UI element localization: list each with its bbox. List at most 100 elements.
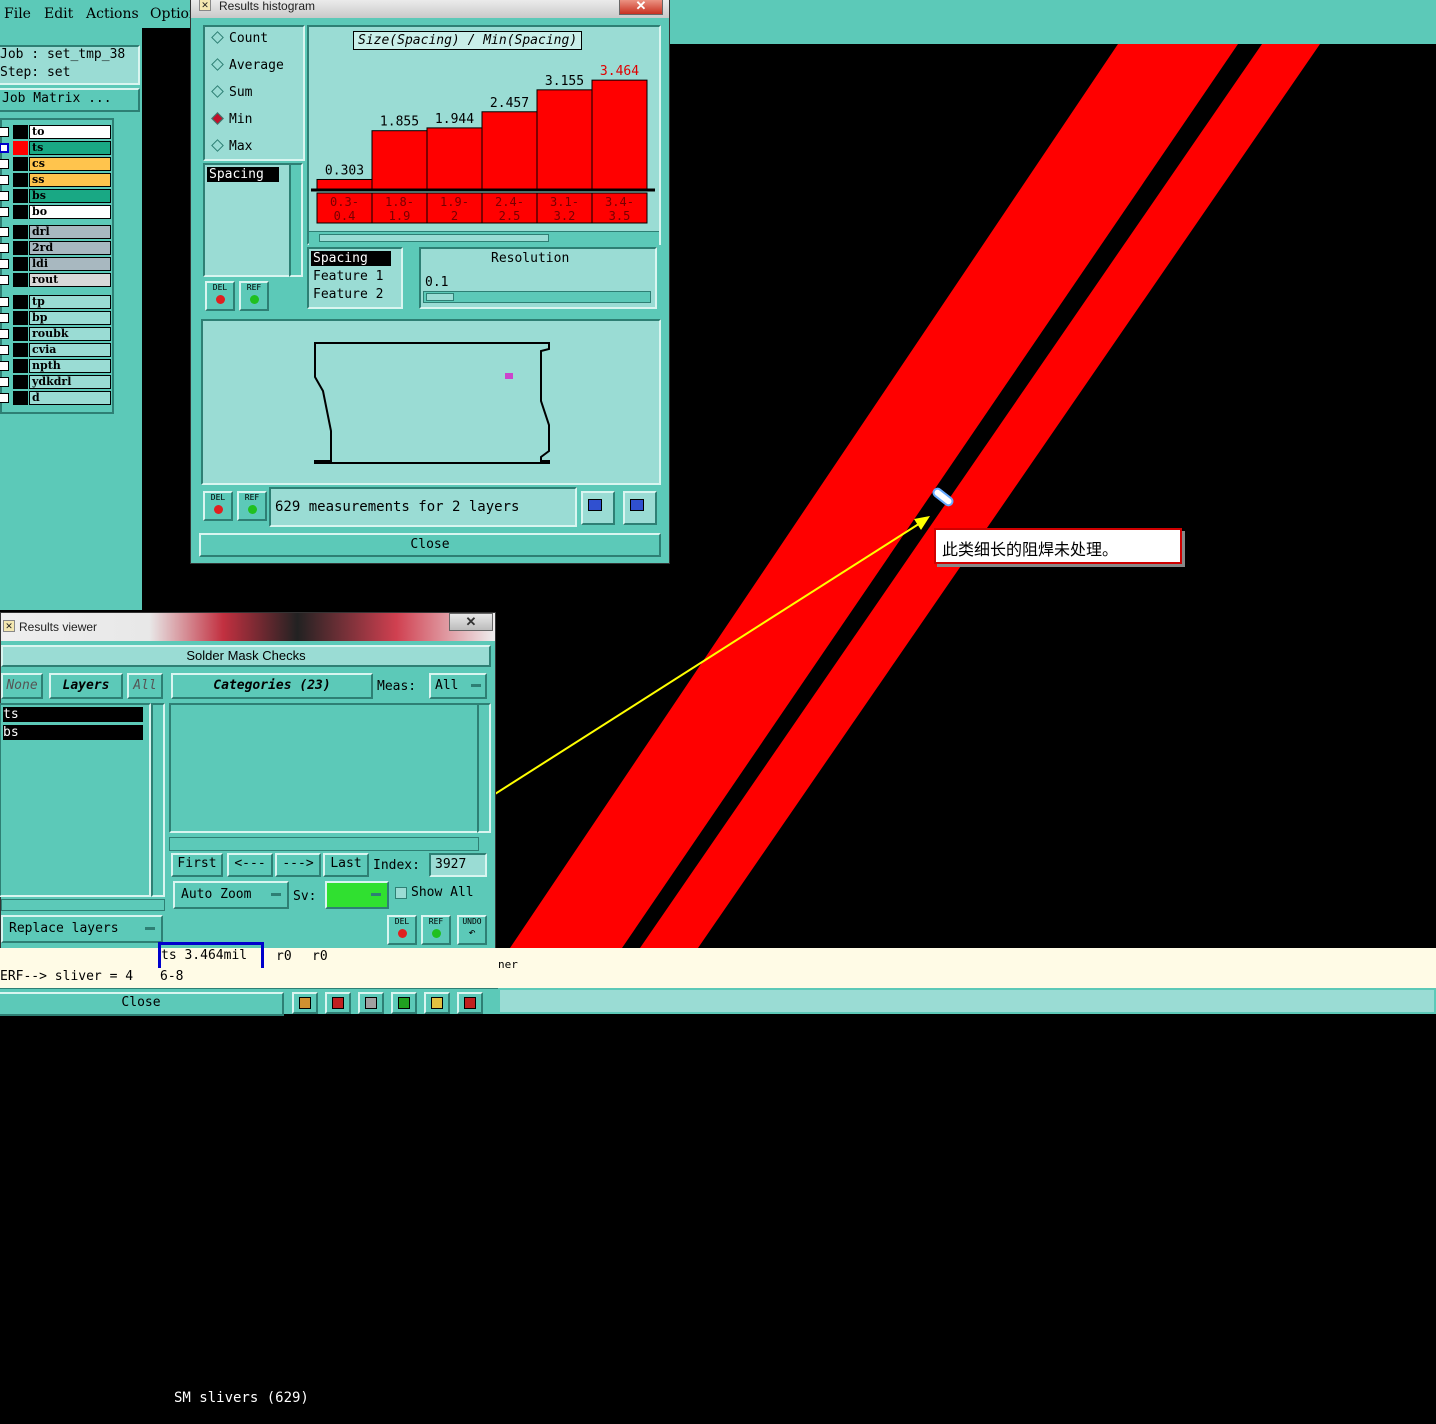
ref-button[interactable]: REF	[239, 281, 269, 311]
job-matrix-button[interactable]: Job Matrix ...	[0, 88, 140, 112]
ref-button-3[interactable]: REF	[421, 915, 451, 945]
layer-color-swatch[interactable]	[13, 257, 28, 271]
layer-checkbox[interactable]	[0, 159, 9, 169]
chart-scroll-thumb[interactable]	[319, 234, 549, 242]
histogram-bar[interactable]	[426, 127, 483, 190]
histogram-titlebar[interactable]: ✕ Results histogram ✕	[191, 0, 669, 18]
layer-checkbox[interactable]	[0, 297, 9, 307]
layer-checkbox[interactable]	[0, 227, 9, 237]
layer-row-npth[interactable]: npth	[0, 358, 114, 374]
sv-dropdown[interactable]	[325, 881, 389, 909]
layer-list-scrollbar[interactable]	[151, 703, 165, 897]
layer-checkbox[interactable]	[0, 313, 9, 323]
viewer-close-icon[interactable]: ✕	[449, 613, 493, 631]
feature-item-1[interactable]: Feature 1	[313, 269, 383, 284]
layer-checkbox[interactable]	[0, 143, 9, 153]
resolution-slider[interactable]	[423, 291, 651, 303]
ref-button-2[interactable]: REF	[237, 491, 267, 521]
layer-color-swatch[interactable]	[13, 327, 28, 341]
meas-dropdown[interactable]: All	[429, 673, 487, 699]
slider-thumb[interactable]	[426, 293, 454, 301]
layer-row-ts[interactable]: ts	[0, 140, 114, 156]
histogram-bar[interactable]	[536, 89, 593, 190]
option-min[interactable]: Min	[211, 112, 252, 127]
all-layers-button[interactable]: All	[127, 673, 163, 699]
layer-name[interactable]: bo	[29, 205, 111, 219]
layer-checkbox[interactable]	[0, 361, 9, 371]
layer-color-swatch[interactable]	[13, 391, 28, 405]
none-button[interactable]: None	[1, 673, 43, 699]
category-item[interactable]: SM local spacing (18)	[173, 1409, 467, 1424]
category-hscroll[interactable]	[169, 837, 479, 851]
count-icon[interactable]	[391, 992, 417, 1014]
layer-name[interactable]: drl	[29, 225, 111, 239]
option-max[interactable]: Max	[211, 139, 252, 154]
layer-row-roubk[interactable]: roubk	[0, 326, 114, 342]
del-button-3[interactable]: DEL	[387, 915, 417, 945]
layer-name[interactable]: rout	[29, 273, 111, 287]
layer-color-swatch[interactable]	[13, 241, 28, 255]
layer-item-ts[interactable]: ts	[3, 707, 143, 722]
layer-name[interactable]: ydkdrl	[29, 375, 111, 389]
menu-file[interactable]: File	[4, 6, 31, 22]
layer-name[interactable]: ss	[29, 173, 111, 187]
layer-checkbox[interactable]	[0, 329, 9, 339]
layer-color-swatch[interactable]	[13, 273, 28, 287]
layer-row-ss[interactable]: ss	[0, 172, 114, 188]
layer-name[interactable]: 2rd	[29, 241, 111, 255]
layers-button[interactable]: Layers	[49, 673, 123, 699]
index-input[interactable]: 3927	[429, 853, 487, 877]
histogram-bar[interactable]	[371, 130, 428, 190]
first-button[interactable]: First	[171, 853, 223, 877]
layer-checkbox[interactable]	[0, 127, 9, 137]
category-item[interactable]: No bridge (30)	[173, 1355, 467, 1370]
attr-item-spacing[interactable]: Spacing	[207, 167, 279, 182]
layer-row-cvia[interactable]: cvia	[0, 342, 114, 358]
layer-color-swatch[interactable]	[13, 157, 28, 171]
option-sum[interactable]: Sum	[211, 85, 252, 100]
histogram-close-icon[interactable]: ✕	[619, 0, 663, 15]
layer-checkbox[interactable]	[0, 207, 9, 217]
viewer-layer-list[interactable]: ts bs	[0, 703, 151, 897]
layer-color-swatch[interactable]	[13, 125, 28, 139]
layer-name[interactable]: npth	[29, 359, 111, 373]
del-button-2[interactable]: DEL	[203, 491, 233, 521]
layer-checkbox[interactable]	[0, 243, 9, 253]
attr-scrollbar[interactable]	[289, 163, 303, 277]
layer-checkbox[interactable]	[0, 345, 9, 355]
chart-icon[interactable]	[457, 992, 483, 1014]
layer-stack-icon[interactable]	[292, 992, 318, 1014]
layer-export-icon[interactable]	[325, 992, 351, 1014]
layer-color-swatch[interactable]	[13, 173, 28, 187]
layer-name[interactable]: bs	[29, 189, 111, 203]
bottom-hscroll[interactable]	[1, 899, 165, 911]
show-all-checkbox[interactable]	[395, 887, 407, 899]
layer-checkbox[interactable]	[0, 275, 9, 285]
chart-scrollbar[interactable]	[309, 231, 659, 245]
layer-color-swatch[interactable]	[13, 359, 28, 373]
layer-checkbox[interactable]	[0, 393, 9, 403]
layer-row-rout[interactable]: rout	[0, 272, 114, 288]
menu-edit[interactable]: Edit	[44, 6, 73, 22]
layer-checkbox[interactable]	[0, 259, 9, 269]
prev-button[interactable]: <---	[227, 853, 273, 877]
attr-list[interactable]: Spacing	[203, 163, 293, 277]
feature-item-spacing[interactable]: Spacing	[311, 251, 391, 266]
layer-row-drl[interactable]: drl	[0, 224, 114, 240]
layer-row-ldi[interactable]: ldi	[0, 256, 114, 272]
layer-name[interactable]: to	[29, 125, 111, 139]
layer-checkbox[interactable]	[0, 175, 9, 185]
layer-color-swatch[interactable]	[13, 189, 28, 203]
category-list[interactable]	[169, 703, 479, 833]
layer-name[interactable]: bp	[29, 311, 111, 325]
export-icon[interactable]	[581, 491, 615, 525]
layer-color-swatch[interactable]	[13, 375, 28, 389]
option-average[interactable]: Average	[211, 58, 284, 73]
layer-row-ydkdrl[interactable]: ydkdrl	[0, 374, 114, 390]
category-item[interactable]: SMDs Clearance Bridge (312)	[173, 1373, 467, 1388]
layer-color-swatch[interactable]	[13, 141, 28, 155]
layer-item-bs[interactable]: bs	[3, 725, 143, 740]
layer-color-swatch[interactable]	[13, 343, 28, 357]
category-item[interactable]: SM slivers (629)	[173, 1391, 467, 1406]
menu-actions[interactable]: Actions	[86, 6, 139, 22]
